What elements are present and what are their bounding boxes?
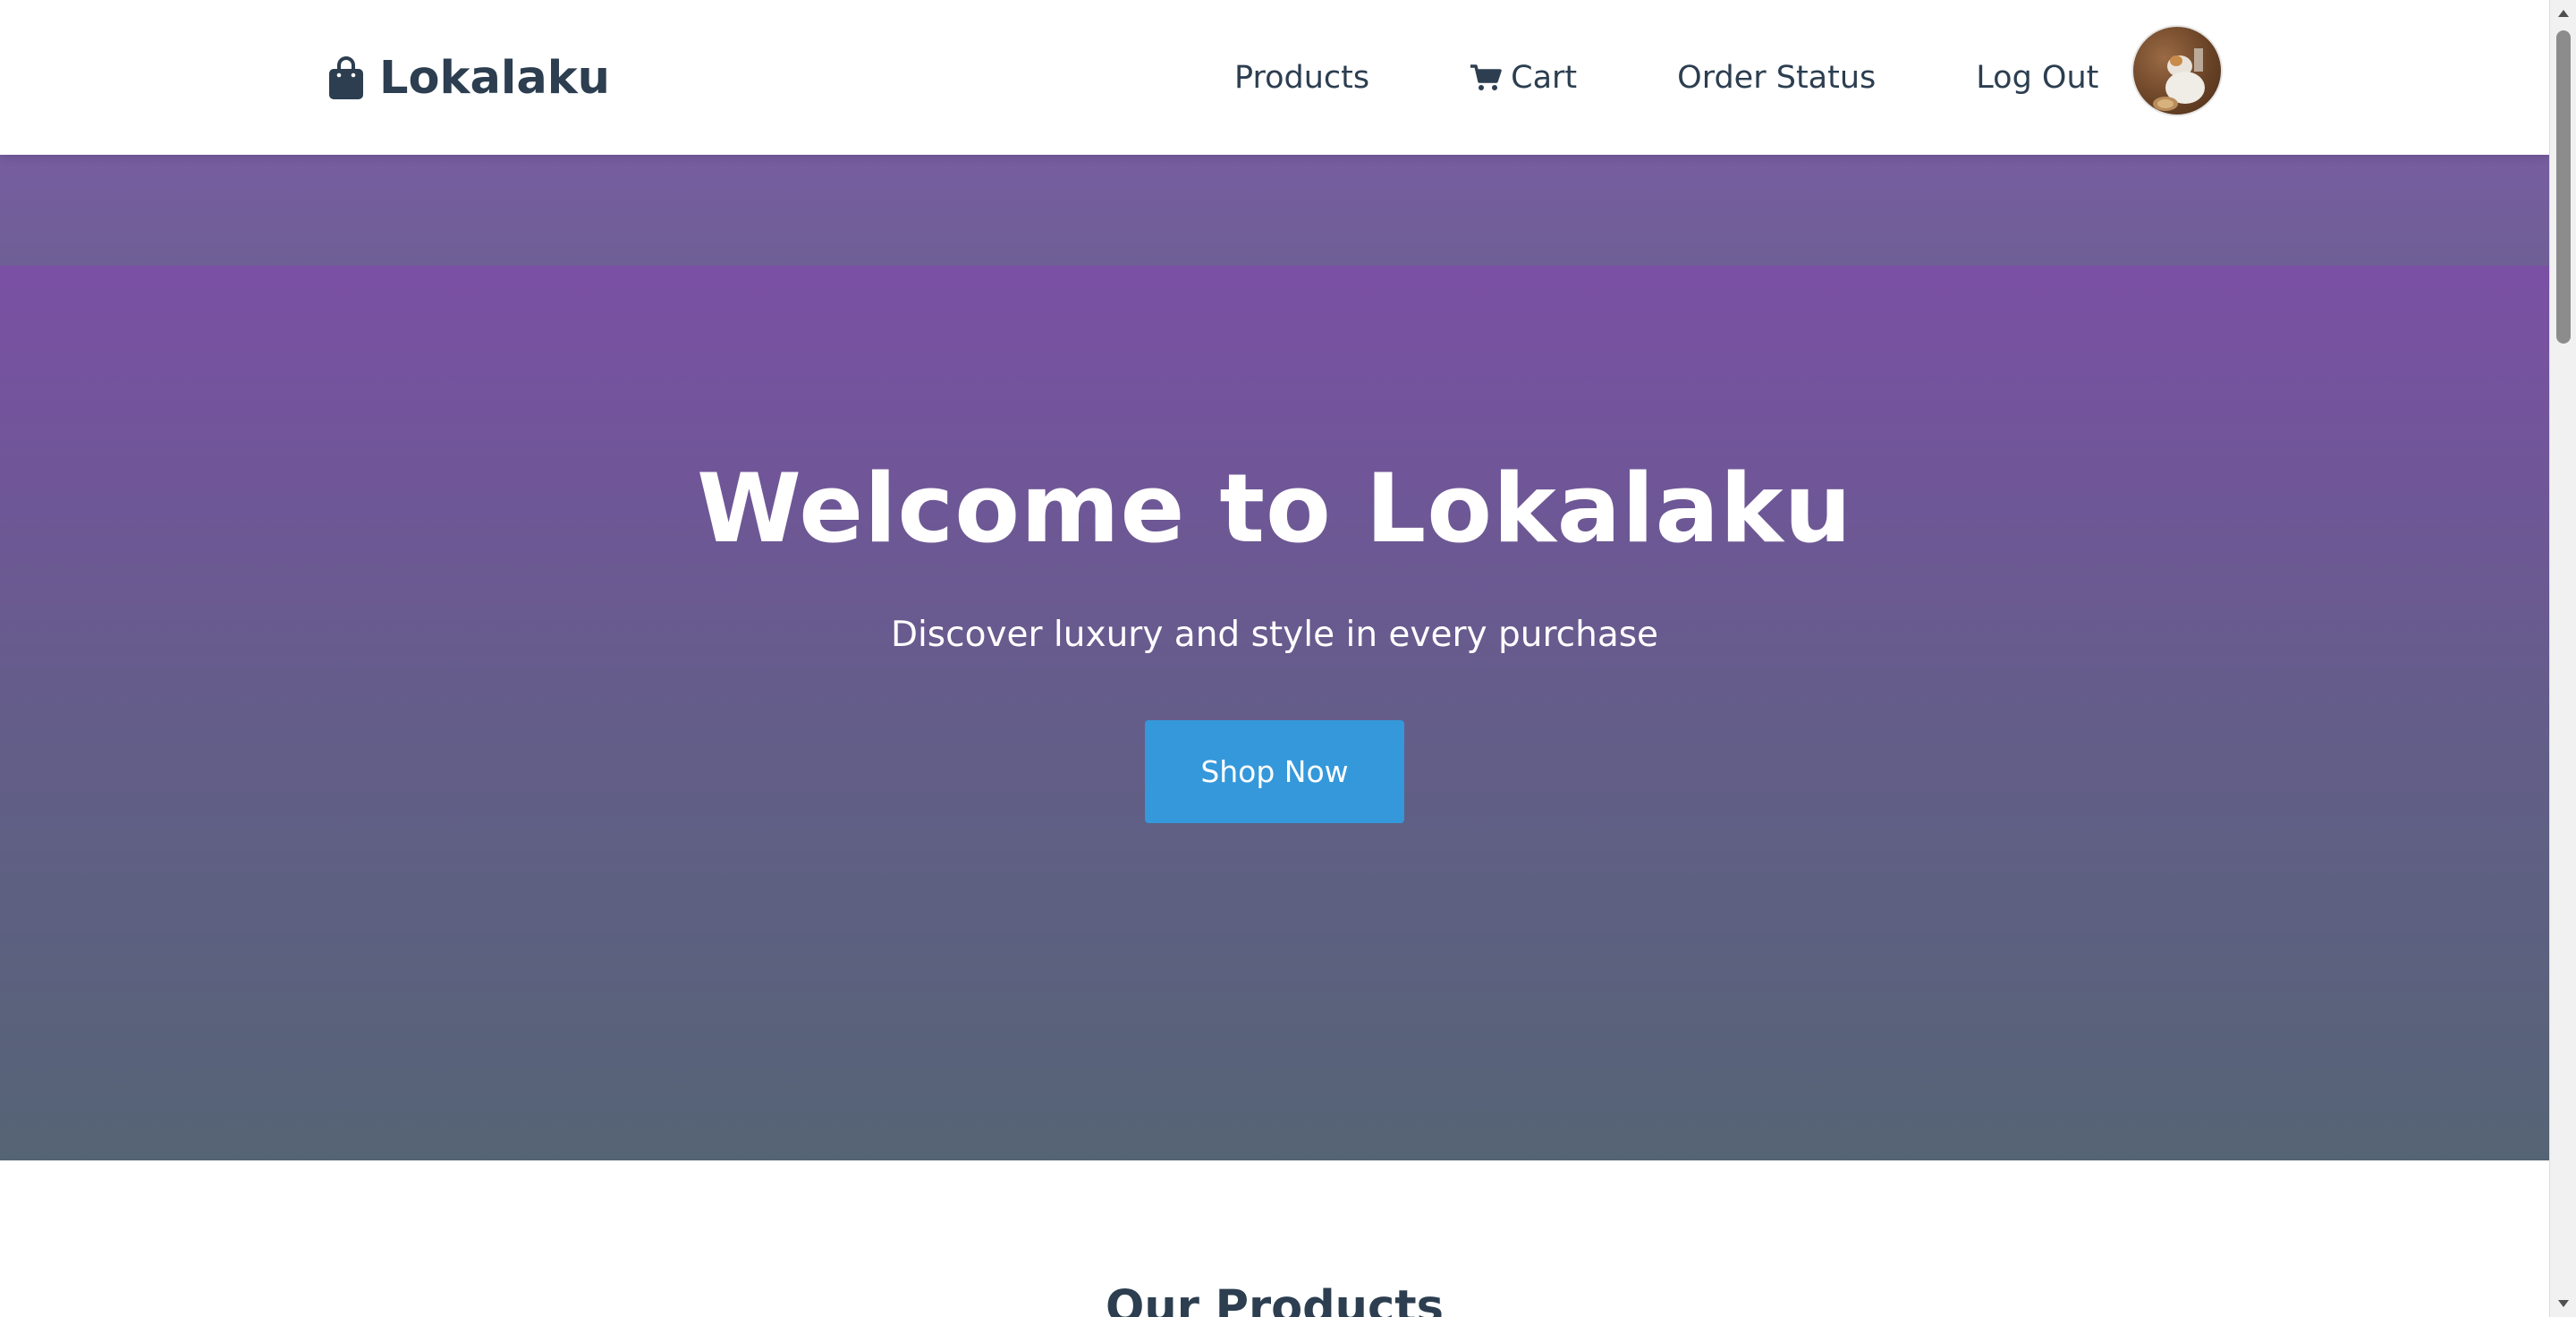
brand-logo[interactable]: Lokalaku bbox=[327, 47, 610, 109]
nav-link-order-status[interactable]: Order Status bbox=[1677, 60, 1876, 96]
hero-title: Welcome to Lokalaku bbox=[697, 454, 1852, 564]
scroll-down-arrow-icon[interactable] bbox=[2550, 1290, 2576, 1317]
shopping-bag-icon bbox=[327, 55, 365, 100]
hero-section: Welcome to Lokalaku Discover luxury and … bbox=[0, 266, 2549, 1160]
nav-link-cart[interactable]: Cart bbox=[1470, 60, 1577, 96]
vertical-scrollbar[interactable] bbox=[2549, 0, 2576, 1317]
products-section-title: Our Products bbox=[1106, 1281, 1444, 1317]
hero-subtitle: Discover luxury and style in every purch… bbox=[890, 615, 1659, 655]
cart-icon bbox=[1470, 64, 1502, 92]
navbar: Lokalaku Products Cart Order Status Log … bbox=[0, 0, 2549, 155]
nav-links: Products Cart Order Status Log Out bbox=[1234, 47, 2098, 109]
nav-link-logout[interactable]: Log Out bbox=[1976, 60, 2098, 96]
nav-link-products[interactable]: Products bbox=[1234, 60, 1369, 96]
hero-banner-top bbox=[0, 155, 2549, 266]
scroll-up-arrow-icon[interactable] bbox=[2550, 0, 2576, 27]
nav-link-cart-label: Cart bbox=[1511, 60, 1578, 96]
shop-now-button[interactable]: Shop Now bbox=[1145, 720, 1404, 823]
brand-name: Lokalaku bbox=[379, 51, 610, 105]
avatar[interactable] bbox=[2131, 25, 2223, 116]
page: Lokalaku Products Cart Order Status Log … bbox=[0, 0, 2549, 1317]
scrollbar-thumb[interactable] bbox=[2556, 30, 2571, 344]
